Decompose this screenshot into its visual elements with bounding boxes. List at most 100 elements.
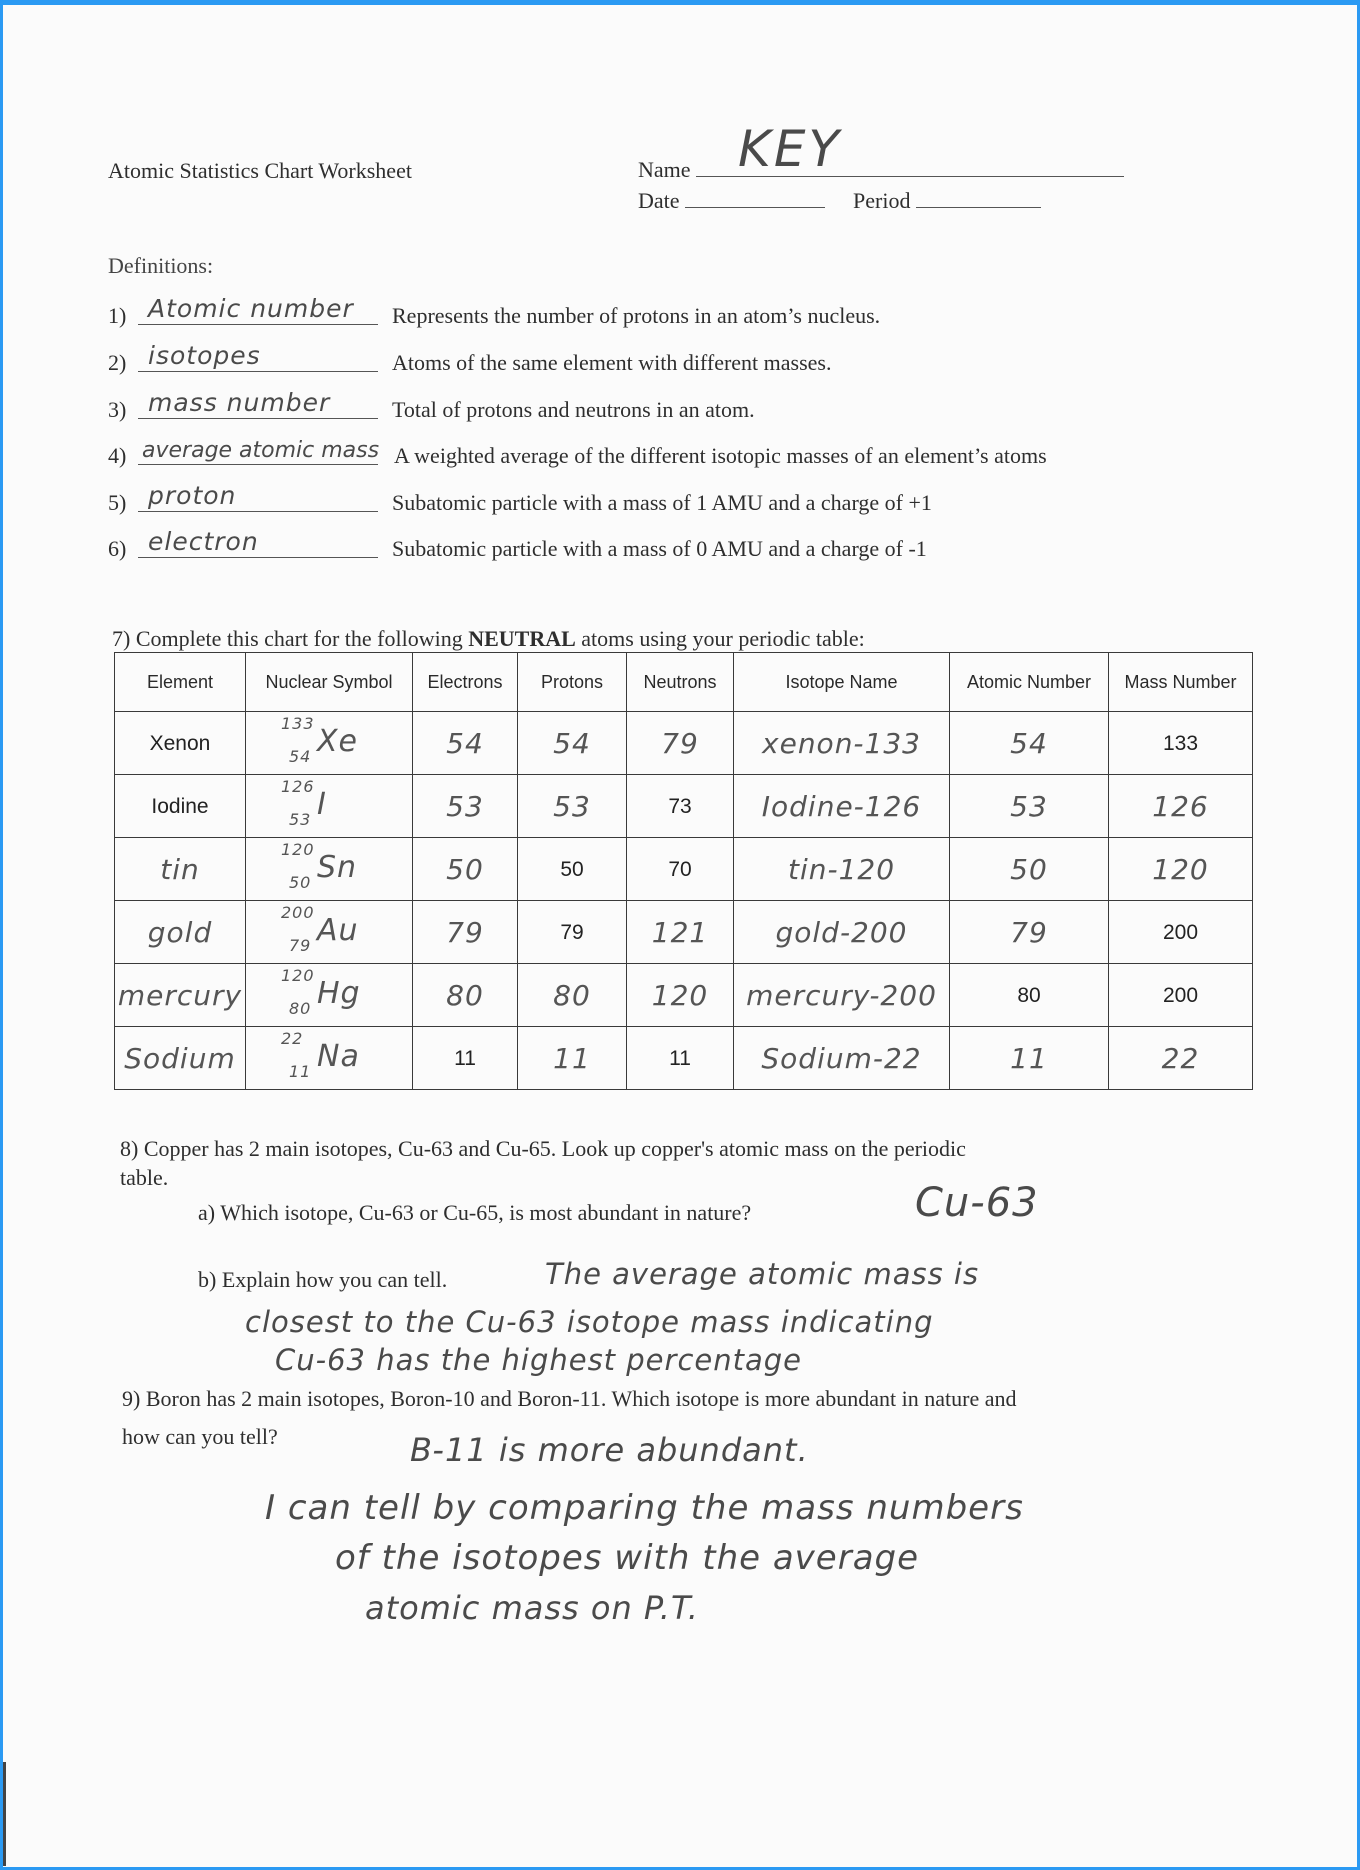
cell-mass-number[interactable]: 120 bbox=[1108, 837, 1253, 901]
period-field[interactable]: Period bbox=[853, 188, 1041, 214]
definition-text: A weighted average of the different isot… bbox=[394, 443, 1047, 468]
q8b-answer-line3[interactable]: Cu-63 has the highest percentage bbox=[275, 1340, 802, 1380]
cell-element[interactable]: Iodine bbox=[114, 774, 246, 838]
cell-atomic-number[interactable]: 53 bbox=[949, 774, 1109, 838]
nuclear-atomic-number: 11 bbox=[289, 1062, 312, 1081]
cell-isotope-name[interactable]: gold-200 bbox=[733, 900, 950, 964]
protons-value: 54 bbox=[553, 726, 591, 760]
cell-nuclear-symbol[interactable]: 200 79 Au bbox=[245, 900, 413, 964]
cell-electrons[interactable]: 11 bbox=[412, 1026, 518, 1090]
element-symbol: Sn bbox=[317, 850, 358, 885]
q9-answer-line4[interactable]: atomic mass on P.T. bbox=[365, 1588, 699, 1628]
q8b-answer-line1[interactable]: The average atomic mass is bbox=[545, 1254, 979, 1294]
cell-atomic-number[interactable]: 50 bbox=[949, 837, 1109, 901]
definition-answer[interactable]: average atomic mass bbox=[142, 438, 379, 463]
cell-protons[interactable]: 54 bbox=[517, 711, 627, 775]
atomic-number-value: 79 bbox=[1010, 915, 1048, 949]
worksheet-title: Atomic Statistics Chart Worksheet bbox=[108, 158, 412, 183]
col-header-electrons: Electrons bbox=[412, 652, 518, 712]
cell-electrons[interactable]: 50 bbox=[412, 837, 518, 901]
cell-isotope-name[interactable]: Sodium-22 bbox=[733, 1026, 950, 1090]
nuclear-atomic-number: 54 bbox=[289, 747, 312, 766]
cell-mass-number[interactable]: 126 bbox=[1108, 774, 1253, 838]
definition-answer[interactable]: Atomic number bbox=[148, 294, 354, 323]
cell-nuclear-symbol[interactable]: 120 80 Hg bbox=[245, 963, 413, 1027]
nuclear-symbol: 22 11 Na bbox=[269, 1027, 389, 1083]
cell-mass-number[interactable]: 22 bbox=[1108, 1026, 1253, 1090]
cell-protons[interactable]: 53 bbox=[517, 774, 627, 838]
cell-neutrons[interactable]: 70 bbox=[626, 837, 734, 901]
period-blank[interactable] bbox=[915, 207, 1041, 208]
definition-answer[interactable]: proton bbox=[148, 481, 236, 510]
element-value: Iodine bbox=[151, 795, 209, 818]
cell-isotope-name[interactable]: tin-120 bbox=[733, 837, 950, 901]
definition-answer[interactable]: mass number bbox=[148, 388, 330, 417]
protons-value: 50 bbox=[560, 858, 584, 881]
q8-prompt-line1: 8) Copper has 2 main isotopes, Cu-63 and… bbox=[120, 1136, 966, 1161]
cell-element[interactable]: tin bbox=[114, 837, 246, 901]
cell-atomic-number[interactable]: 79 bbox=[949, 900, 1109, 964]
cell-electrons[interactable]: 54 bbox=[412, 711, 518, 775]
cell-mass-number[interactable]: 200 bbox=[1108, 900, 1253, 964]
cell-protons[interactable]: 80 bbox=[517, 963, 627, 1027]
q7-prompt-text: 7) Complete this chart for the following bbox=[112, 626, 469, 651]
cell-atomic-number[interactable]: 54 bbox=[949, 711, 1109, 775]
element-value: tin bbox=[160, 852, 200, 886]
cell-nuclear-symbol[interactable]: 133 54 Xe bbox=[245, 711, 413, 775]
name-blank[interactable]: KEY bbox=[696, 120, 1125, 178]
definition-text: Total of protons and neutrons in an atom… bbox=[392, 397, 755, 422]
cell-isotope-name[interactable]: mercury-200 bbox=[733, 963, 950, 1027]
cell-nuclear-symbol[interactable]: 22 11 Na bbox=[245, 1026, 413, 1090]
q8b-answer-line2[interactable]: closest to the Cu-63 isotope mass indica… bbox=[245, 1302, 934, 1342]
cell-protons[interactable]: 11 bbox=[517, 1026, 627, 1090]
nuclear-symbol: 120 80 Hg bbox=[269, 964, 389, 1020]
q7-prompt-emphasis: NEUTRAL bbox=[468, 626, 576, 651]
mass-number-value: 133 bbox=[1162, 732, 1199, 755]
protons-value: 11 bbox=[553, 1041, 591, 1075]
cell-electrons[interactable]: 79 bbox=[412, 900, 518, 964]
cell-mass-number[interactable]: 133 bbox=[1108, 711, 1253, 775]
cell-protons[interactable]: 79 bbox=[517, 900, 627, 964]
cell-neutrons[interactable]: 11 bbox=[626, 1026, 734, 1090]
element-symbol: Au bbox=[317, 913, 359, 948]
cell-isotope-name[interactable]: Iodine-126 bbox=[733, 774, 950, 838]
date-blank[interactable] bbox=[685, 207, 826, 208]
definition-answer[interactable]: isotopes bbox=[148, 341, 261, 370]
q8a-answer[interactable]: Cu-63 bbox=[915, 1180, 1039, 1226]
definition-text: Atoms of the same element with different… bbox=[392, 350, 832, 375]
date-field[interactable]: Date bbox=[638, 188, 826, 214]
definition-answer[interactable]: electron bbox=[148, 527, 259, 556]
protons-value: 79 bbox=[560, 921, 584, 944]
cell-element[interactable]: Xenon bbox=[114, 711, 246, 775]
element-symbol: I bbox=[317, 787, 327, 822]
cell-atomic-number[interactable]: 11 bbox=[949, 1026, 1109, 1090]
name-field[interactable]: Name KEY bbox=[638, 120, 1125, 183]
q8a-prompt: a) Which isotope, Cu-63 or Cu-65, is mos… bbox=[198, 1200, 752, 1225]
cell-neutrons[interactable]: 121 bbox=[626, 900, 734, 964]
cell-neutrons[interactable]: 73 bbox=[626, 774, 734, 838]
cell-isotope-name[interactable]: xenon-133 bbox=[733, 711, 950, 775]
cell-atomic-number[interactable]: 80 bbox=[949, 963, 1109, 1027]
nuclear-atomic-number: 79 bbox=[289, 936, 312, 955]
cell-mass-number[interactable]: 200 bbox=[1108, 963, 1253, 1027]
nuclear-mass-number: 200 bbox=[281, 903, 315, 922]
isotope-name-value: mercury-200 bbox=[746, 978, 937, 1012]
electrons-value: 54 bbox=[446, 726, 484, 760]
q9-answer-line2[interactable]: I can tell by comparing the mass numbers bbox=[265, 1488, 1024, 1528]
cell-nuclear-symbol[interactable]: 126 53 I bbox=[245, 774, 413, 838]
cell-electrons[interactable]: 53 bbox=[412, 774, 518, 838]
cell-element[interactable]: mercury bbox=[114, 963, 246, 1027]
neutrons-value: 120 bbox=[651, 978, 709, 1012]
q9-answer-line1[interactable]: B-11 is more abundant. bbox=[410, 1430, 809, 1470]
definition-item: 4) average atomic mass A weighted average … bbox=[108, 429, 1258, 469]
cell-protons[interactable]: 50 bbox=[517, 837, 627, 901]
element-value: Sodium bbox=[124, 1041, 236, 1075]
cell-electrons[interactable]: 80 bbox=[412, 963, 518, 1027]
cell-element[interactable]: Sodium bbox=[114, 1026, 246, 1090]
cell-nuclear-symbol[interactable]: 120 50 Sn bbox=[245, 837, 413, 901]
definition-item: 5) proton Subatomic particle with a mass o… bbox=[108, 476, 1258, 516]
q9-answer-line3[interactable]: of the isotopes with the average bbox=[335, 1538, 919, 1578]
cell-element[interactable]: gold bbox=[114, 900, 246, 964]
cell-neutrons[interactable]: 79 bbox=[626, 711, 734, 775]
cell-neutrons[interactable]: 120 bbox=[626, 963, 734, 1027]
